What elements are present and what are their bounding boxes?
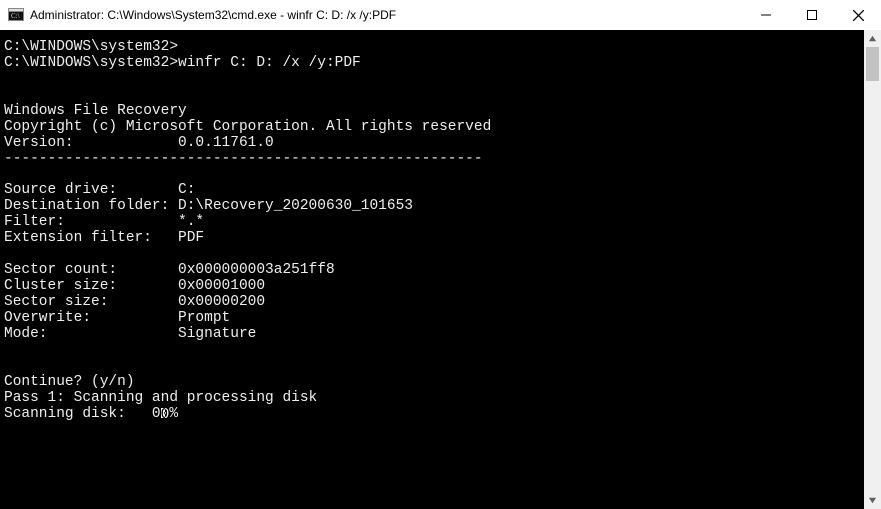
- maximize-button[interactable]: [789, 0, 835, 30]
- content-area: C:\WINDOWS\system32> C:\WINDOWS\system32…: [0, 30, 881, 509]
- terminal-line: Version: 0.0.11761.0: [4, 135, 274, 151]
- window-title: Administrator: C:\Windows\System32\cmd.e…: [30, 8, 743, 22]
- prompt-line: C:\WINDOWS\system32>: [4, 55, 178, 71]
- terminal-line: Cluster size: 0x00001000: [4, 278, 265, 294]
- terminal-line: Copyright (c) Microsoft Corporation. All…: [4, 119, 491, 135]
- command-text: winfr C: D: /x /y:PDF: [178, 55, 361, 71]
- scan-line-prefix: Scanning disk: 0: [4, 406, 161, 422]
- scrollbar-down-button[interactable]: [864, 492, 881, 509]
- app-window: C:\ Administrator: C:\Windows\System32\c…: [0, 0, 881, 509]
- terminal-line: Source drive: C:: [4, 182, 195, 198]
- terminal-line: Extension filter: PDF: [4, 230, 204, 246]
- terminal-line: ----------------------------------------…: [4, 151, 483, 167]
- terminal-line: Windows File Recovery: [4, 103, 187, 119]
- minimize-button[interactable]: [743, 0, 789, 30]
- prompt-line: C:\WINDOWS\system32>: [4, 39, 178, 55]
- titlebar[interactable]: C:\ Administrator: C:\Windows\System32\c…: [0, 0, 881, 30]
- close-button[interactable]: [835, 0, 881, 30]
- terminal-line: Continue? (y/n): [4, 374, 135, 390]
- scan-line-suffix: %: [169, 406, 178, 422]
- terminal-line: Destination folder: D:\Recovery_20200630…: [4, 198, 413, 214]
- scrollbar-thumb[interactable]: [866, 47, 879, 81]
- terminal-line: Overwrite: Prompt: [4, 310, 230, 326]
- terminal-line: Mode: Signature: [4, 326, 256, 342]
- terminal-line: Filter: *.*: [4, 214, 204, 230]
- terminal-cursor: 0: [161, 408, 170, 418]
- terminal[interactable]: C:\WINDOWS\system32> C:\WINDOWS\system32…: [0, 30, 864, 509]
- terminal-line: Sector size: 0x00000200: [4, 294, 265, 310]
- svg-text:C:\: C:\: [11, 12, 20, 20]
- terminal-line: Pass 1: Scanning and processing disk: [4, 390, 317, 406]
- cmd-icon: C:\: [8, 7, 24, 23]
- terminal-line: Sector count: 0x000000003a251ff8: [4, 262, 335, 278]
- scrollbar-up-button[interactable]: [864, 30, 881, 47]
- vertical-scrollbar[interactable]: [864, 30, 881, 509]
- window-controls: [743, 0, 881, 30]
